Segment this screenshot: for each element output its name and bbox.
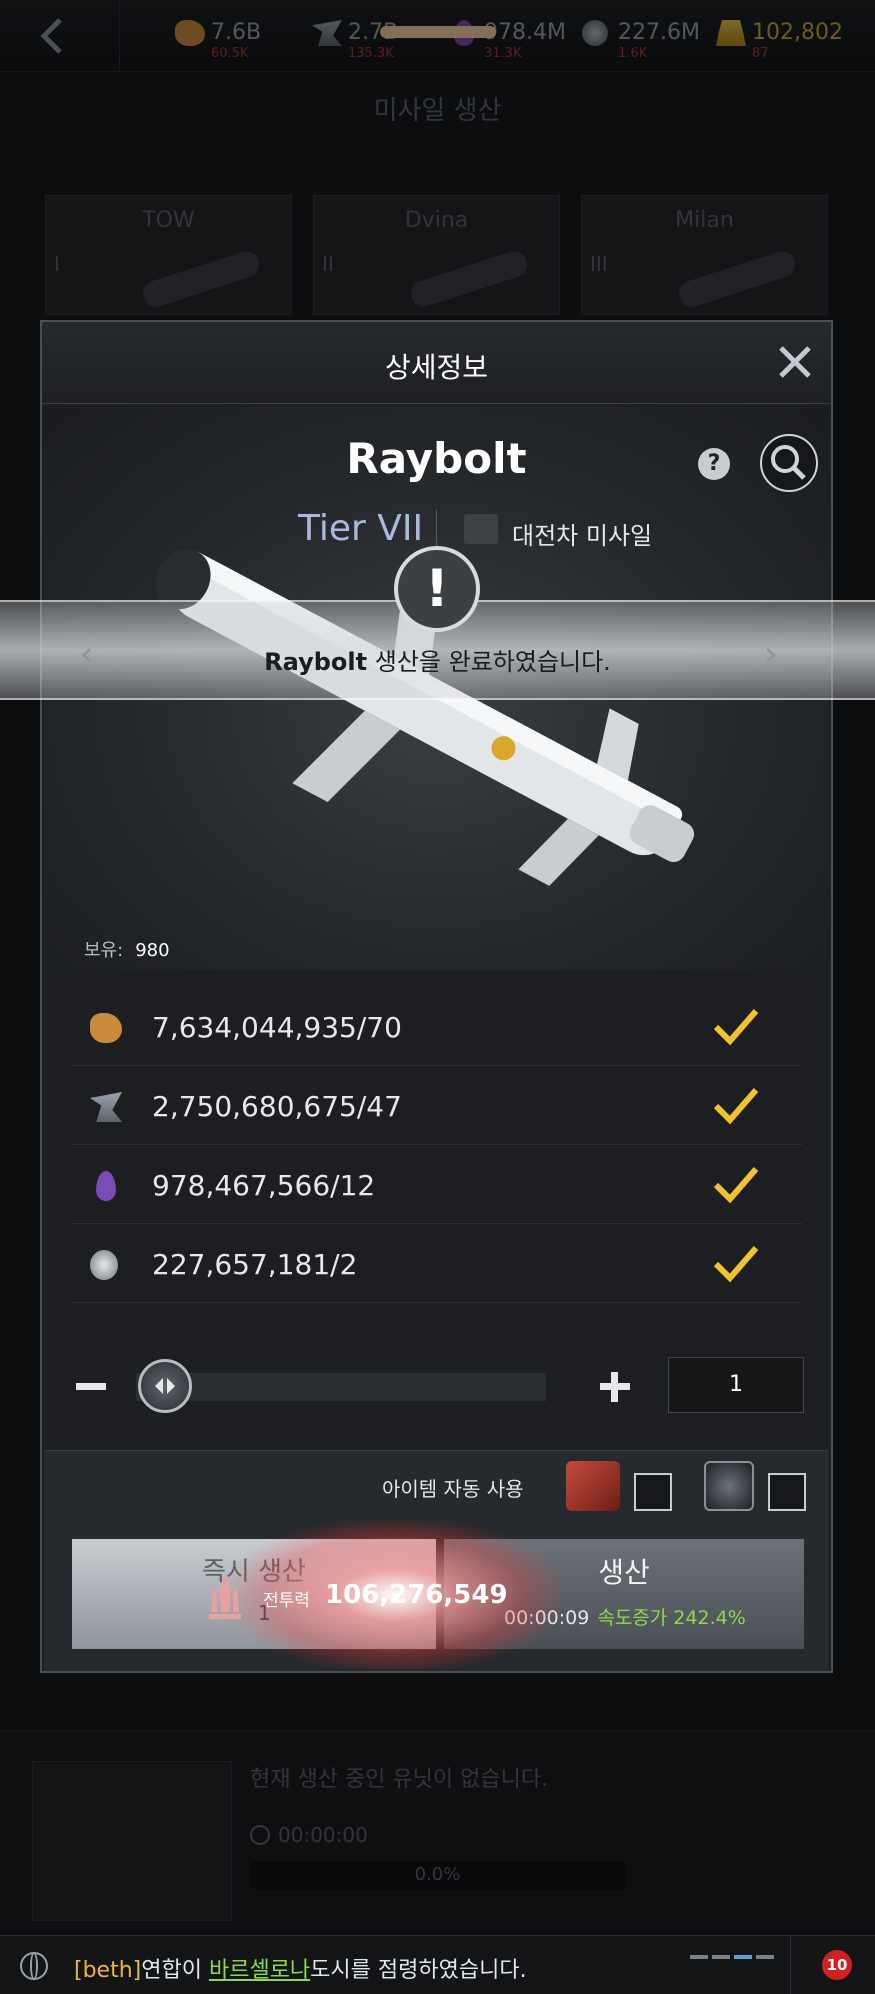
chat-bar[interactable]: [beth]연합이 바르셀로나도시를 점령하였습니다. 10 (0, 1935, 875, 1994)
mineral-icon (90, 1250, 118, 1280)
chat-text-part1: 연합이 (141, 1958, 209, 1983)
cost-amount: 2,750,680,675/47 (152, 1090, 402, 1123)
owned-label: 보유: (84, 940, 124, 961)
bread-icon (90, 1013, 122, 1043)
toast-unit: Raybolt (264, 648, 368, 676)
quantity-input[interactable]: 1 (668, 1357, 804, 1413)
magnifier-icon (771, 445, 806, 480)
decrease-button[interactable] (72, 1367, 112, 1407)
help-icon[interactable]: ? (698, 448, 730, 480)
unit-tier: Tier VII (298, 508, 424, 549)
check-icon (713, 1246, 759, 1283)
combat-power-value: 106,276,549 (325, 1580, 508, 1610)
check-icon (713, 1009, 759, 1046)
combat-power-label: 전투력 (263, 1591, 310, 1611)
zoom-button[interactable] (760, 434, 818, 492)
toast-text: 생산을 완료하였습니다. (367, 648, 611, 676)
chat-message: [beth]연합이 바르셀로나도시를 점령하였습니다. (74, 1952, 527, 1984)
resource-box-item-icon (566, 1461, 620, 1511)
speed-bonus: 속도증가 242.4% (597, 1607, 746, 1629)
chat-city-link[interactable]: 바르셀로나 (209, 1958, 310, 1983)
steel-icon (90, 1092, 122, 1122)
divider (436, 510, 437, 550)
check-icon (713, 1167, 759, 1204)
unit-type: 대전차 미사일 (512, 522, 653, 550)
close-icon (779, 346, 811, 378)
slider-handle[interactable] (138, 1359, 192, 1413)
auto-use-label: 아이템 자동 사용 (382, 1477, 524, 1501)
cost-amount: 227,657,181/2 (152, 1248, 358, 1281)
auto-use-speedup-checkbox[interactable] (768, 1473, 806, 1511)
auto-use-resource-checkbox[interactable] (634, 1473, 672, 1511)
quantity-stepper: 1 (72, 1357, 804, 1417)
divider (790, 1936, 791, 1994)
exclamation-icon: ! (394, 546, 480, 632)
modal-header: 상세정보 (42, 322, 831, 404)
notification-badge[interactable]: 10 (822, 1950, 852, 1980)
chat-text-part2: 도시를 점령하였습니다. (310, 1958, 527, 1983)
oil-drop-icon (96, 1171, 116, 1201)
check-icon (713, 1088, 759, 1125)
cost-list: 7,634,044,935/70 2,750,680,675/47 978,46… (72, 987, 802, 1303)
cost-amount: 7,634,044,935/70 (152, 1011, 402, 1044)
cost-row-mineral: 227,657,181/2 (72, 1224, 802, 1303)
modal-title: 상세정보 (384, 351, 489, 384)
close-button[interactable] (773, 340, 817, 384)
globe-icon[interactable] (20, 1952, 48, 1980)
chat-alliance: [beth] (74, 1958, 142, 1983)
missile-type-icon (464, 514, 498, 544)
owned-count: 보유: 980 (84, 936, 170, 962)
owned-value: 980 (135, 940, 170, 961)
increase-button[interactable] (596, 1367, 636, 1407)
combat-power-icon (209, 1574, 241, 1619)
slider-arrows-icon (155, 1378, 175, 1394)
quantity-slider[interactable] (136, 1373, 546, 1401)
cost-amount: 978,467,566/12 (152, 1169, 376, 1202)
cost-row-oil: 978,467,566/12 (72, 1145, 802, 1224)
detail-modal: 상세정보 Raybolt ? Tier VII 대전차 미사일 보유: 980 … (40, 320, 833, 1673)
cost-row-steel: 2,750,680,675/47 (72, 1066, 802, 1145)
toast-message: Raybolt 생산을 완료하였습니다. (0, 642, 875, 677)
chat-page-indicator (690, 1944, 778, 1963)
next-arrow-icon[interactable]: › (764, 637, 788, 671)
speedup-gauge-item-icon (704, 1461, 754, 1511)
cost-row-food: 7,634,044,935/70 (72, 987, 802, 1066)
